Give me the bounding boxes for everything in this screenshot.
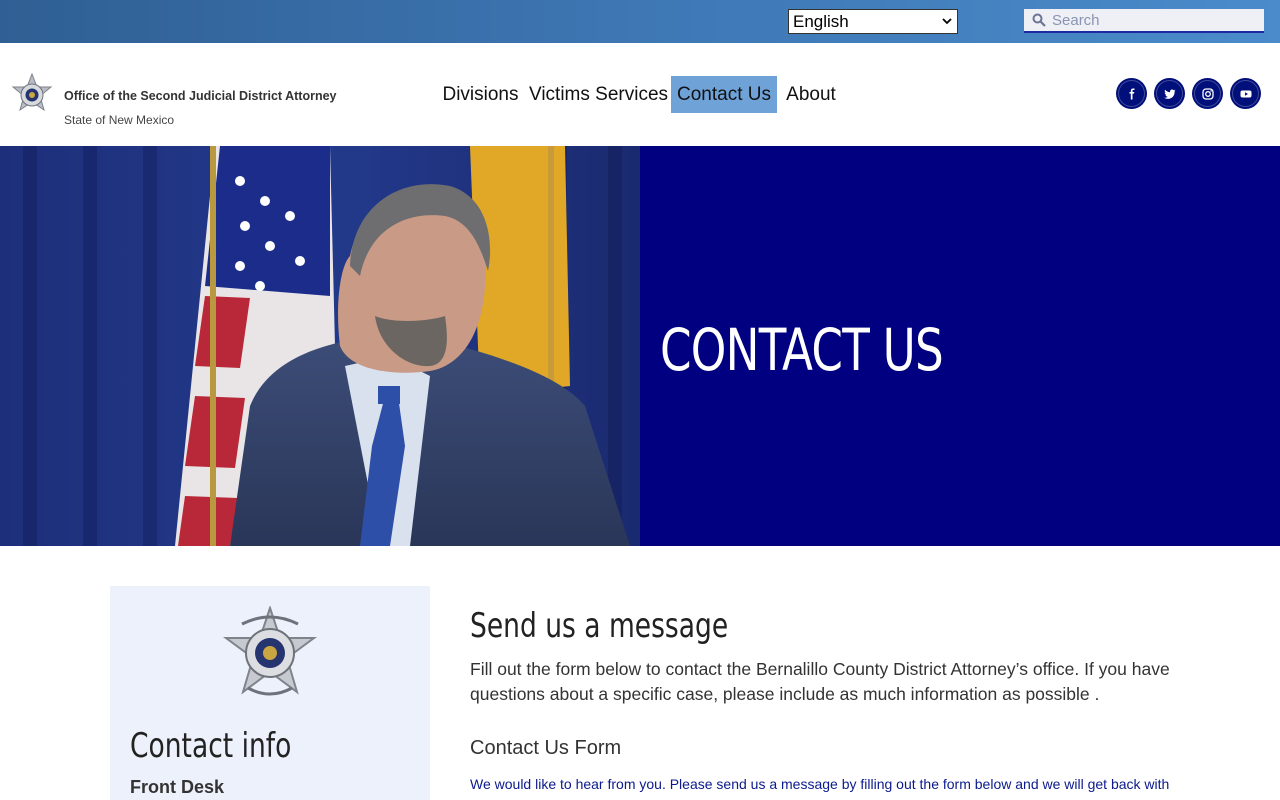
search-placeholder: Search bbox=[1052, 12, 1100, 29]
search-icon bbox=[1032, 13, 1046, 27]
district-attorney-portrait-photo bbox=[0, 146, 640, 546]
nav-item-label: Victims Services bbox=[529, 83, 669, 105]
nav-item-contact-us[interactable]: Contact Us bbox=[671, 76, 777, 113]
org-name[interactable]: Office of the Second Judicial District A… bbox=[64, 89, 337, 103]
facebook-icon[interactable] bbox=[1116, 78, 1147, 109]
top-utility-bar: English Search bbox=[0, 0, 1280, 43]
nav-item-victims-services[interactable]: Victims Services bbox=[529, 76, 669, 113]
nav-item-about[interactable]: About bbox=[782, 76, 840, 113]
contact-form-description: We would like to hear from you. Please s… bbox=[470, 776, 1170, 792]
nav-item-label: Contact Us bbox=[677, 83, 771, 105]
hero-title: CONTACT US bbox=[660, 316, 944, 384]
nav-item-label: Divisions bbox=[442, 83, 519, 105]
contact-info-card: Contact info Front Desk bbox=[110, 586, 430, 800]
site-header: Office of the Second Judicial District A… bbox=[0, 43, 1280, 146]
district-attorney-badge-image bbox=[222, 606, 318, 696]
language-selected-value: English bbox=[793, 11, 849, 31]
front-desk-label: Front Desk bbox=[130, 777, 225, 797]
youtube-icon[interactable] bbox=[1230, 78, 1261, 109]
district-attorney-badge-logo[interactable] bbox=[10, 73, 54, 117]
language-select[interactable]: English bbox=[788, 9, 958, 34]
send-message-intro: Fill out the form below to contact the B… bbox=[470, 659, 1170, 704]
nav-item-label: About bbox=[786, 83, 836, 105]
send-message-title: Send us a message bbox=[470, 606, 729, 646]
hero-banner: CONTACT US bbox=[0, 146, 1280, 546]
search-input[interactable]: Search bbox=[1024, 9, 1264, 33]
chevron-down-icon bbox=[942, 18, 952, 25]
instagram-icon[interactable] bbox=[1192, 78, 1223, 109]
org-subtitle: State of New Mexico bbox=[64, 113, 175, 127]
twitter-icon[interactable] bbox=[1154, 78, 1185, 109]
nav-item-divisions[interactable]: Divisions bbox=[440, 76, 521, 113]
contact-form-title: Contact Us Form bbox=[470, 737, 622, 759]
contact-info-title: Contact info bbox=[130, 726, 292, 766]
